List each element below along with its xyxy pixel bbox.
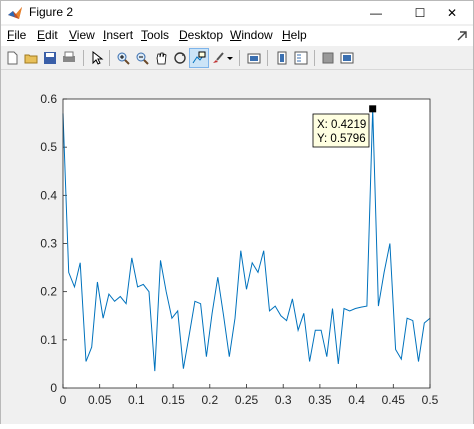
plot-svg[interactable]: 0 0.05 0.1 0.15 0.2 0.25 0.3 0.35 0.4 0.45 0.5 0 0.1… [1,70,473,424]
rotate-3d-button[interactable] [171,49,189,67]
dock-arrow-icon[interactable] [455,29,469,43]
edit-plot-button[interactable] [88,49,106,67]
link-plot-button[interactable] [245,49,263,67]
x-tick-label: 0.5 [422,393,439,407]
x-tick-label: 0.05 [88,393,112,407]
toolbar-separator [314,50,315,66]
toolbar-separator [239,50,240,66]
window-title: Figure 2 [29,5,74,19]
show-plot-tools-button[interactable] [338,49,356,67]
print-icon [63,51,75,62]
edit-plot-arrow-icon [92,51,104,65]
close-button[interactable]: ✕ [429,1,474,24]
show-plot-tools-icon [340,52,354,64]
y-tick-label: 0 [50,381,57,395]
x-tick-label: 0.4 [348,393,365,407]
zoom-out-button[interactable] [133,49,151,67]
datatip[interactable]: X: 0.4219 Y: 0.5796 [312,113,370,148]
zoom-in-icon [117,52,130,65]
save-button[interactable] [41,49,59,67]
x-tick-label: 0 [60,393,67,407]
matlab-logo-icon [8,7,22,19]
rotate-3d-icon [174,52,186,64]
colorbar-button[interactable] [273,49,291,67]
brush-dropdown-button[interactable] [225,49,235,67]
datatip-x-text: X: 0.4219 [317,119,366,131]
menu-desktop[interactable]: Desktop [179,28,223,42]
y-tick-label: 0.2 [40,285,57,299]
minimize-icon: — [370,5,382,20]
menu-help[interactable]: Help [282,28,307,42]
menu-tools[interactable]: Tools [141,28,169,42]
new-figure-button[interactable] [3,49,21,67]
brush-dropdown-icon [227,57,233,60]
toolbar-separator [267,50,268,66]
x-tick-label: 0.15 [161,393,185,407]
y-tick-label: 0.4 [40,188,57,202]
menu-view[interactable]: View [69,28,95,42]
legend-button[interactable] [292,49,310,67]
open-file-icon [24,54,38,64]
x-tick-label: 0.2 [201,393,218,407]
open-file-button[interactable] [22,49,40,67]
title-bar[interactable]: Figure 2 — ☐ ✕ [1,1,473,24]
y-tick-label: 0.1 [40,333,57,347]
figure-window: Figure 2 — ☐ ✕ File Edit View Insert Too… [0,0,474,424]
menu-insert[interactable]: Insert [103,28,133,42]
hide-plot-tools-icon [322,52,334,64]
pan-button[interactable] [152,49,170,67]
colorbar-icon [277,51,287,65]
new-figure-icon [7,51,18,65]
print-button[interactable] [60,49,78,67]
toolbar-separator [83,50,84,66]
x-tick-label: 0.35 [308,393,332,407]
x-tick-label: 0.45 [382,393,406,407]
figure-canvas[interactable]: 0 0.05 0.1 0.15 0.2 0.25 0.3 0.35 0.4 0.45 0.5 0 0.1… [1,70,473,424]
menu-bar: File Edit View Insert Tools Desktop Wind… [1,26,473,46]
toolbar-separator [109,50,110,66]
pan-hand-icon [156,52,167,65]
hide-plot-tools-button[interactable] [319,49,337,67]
brush-icon [213,52,224,63]
y-tick-label: 0.5 [40,140,57,154]
zoom-out-icon [136,52,149,65]
datatip-y-text: Y: 0.5796 [317,133,366,145]
zoom-in-button[interactable] [114,49,132,67]
y-tick-label: 0.6 [40,92,57,106]
data-cursor-button[interactable] [189,48,209,68]
link-plot-icon [247,53,261,64]
menu-window[interactable]: Window [230,28,273,42]
axes-background [63,99,430,388]
toolbar [1,47,473,70]
y-tick-label: 0.3 [40,237,57,251]
data-cursor-icon [192,51,206,64]
minimize-button[interactable]: — [353,1,399,24]
x-tick-label: 0.1 [128,393,145,407]
menu-file[interactable]: File [7,28,26,42]
x-tick-label: 0.25 [235,393,259,407]
menu-edit[interactable]: Edit [37,28,58,42]
x-tick-label: 0.3 [275,393,292,407]
save-icon [44,52,56,64]
maximize-icon: ☐ [414,5,426,20]
legend-icon [294,51,308,65]
datatip-marker[interactable] [369,105,377,113]
close-icon: ✕ [446,5,458,20]
